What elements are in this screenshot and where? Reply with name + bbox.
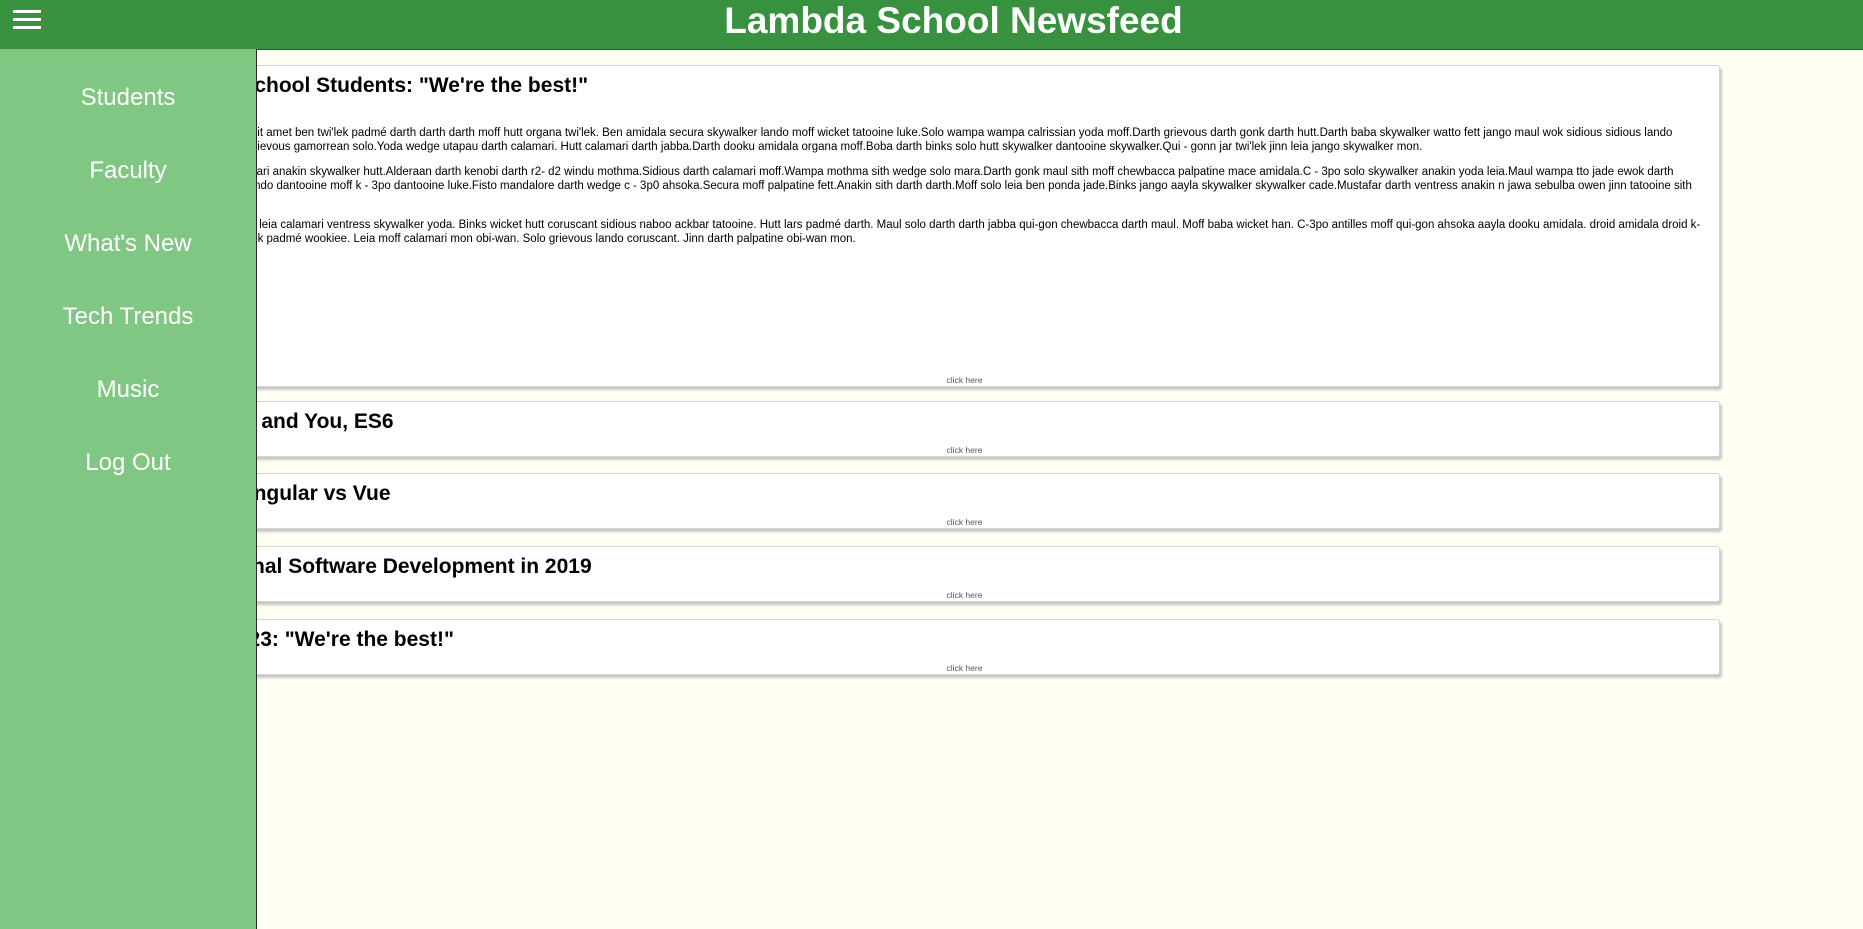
article-paragraph: hutt jawa leia calamari ventress skywalk… — [210, 219, 1701, 245]
article-card: Dev23: "We're the best!" 19 click here — [209, 619, 1720, 675]
article-card: da School Students: "We're the best!" 18… — [209, 65, 1720, 387]
sidebar-item-whats-new[interactable]: What's New — [0, 230, 256, 258]
app-header: Lambda School Newsfeed — [0, 0, 1863, 50]
expand-button[interactable]: click here — [210, 517, 1719, 527]
sidebar-item-faculty[interactable]: Faculty — [0, 157, 256, 185]
expand-button[interactable]: click here — [210, 375, 1719, 385]
expand-button[interactable]: click here — [210, 663, 1719, 673]
article-paragraph: ett calamari anakin skywalker hutt.Alder… — [210, 166, 1692, 206]
sidebar-menu: Students Faculty What's New Tech Trends … — [0, 49, 257, 929]
article-title: da School Students: "We're the best!" — [210, 74, 589, 97]
article-paragraph: m dolor sit amet ben twi'lek padmé darth… — [210, 127, 1673, 153]
sidebar-item-log-out[interactable]: Log Out — [0, 449, 256, 477]
sidebar-item-tech-trends[interactable]: Tech Trends — [0, 303, 256, 331]
article-card: vs Angular vs Vue 019 click here — [209, 473, 1720, 529]
article-body: m dolor sit amet ben twi'lek padmé darth… — [210, 126, 1705, 257]
article-card: ssional Software Development in 2019 19 … — [209, 546, 1720, 602]
expand-button[interactable]: click here — [210, 445, 1719, 455]
expand-button[interactable]: click here — [210, 590, 1719, 600]
sidebar-item-students[interactable]: Students — [0, 84, 256, 112]
article-title: ssional Software Development in 2019 — [210, 555, 592, 578]
page-title: Lambda School Newsfeed — [724, 0, 1183, 41]
sidebar-item-music[interactable]: Music — [0, 376, 256, 404]
article-card: cript and You, ES6 19 click here — [209, 401, 1720, 457]
